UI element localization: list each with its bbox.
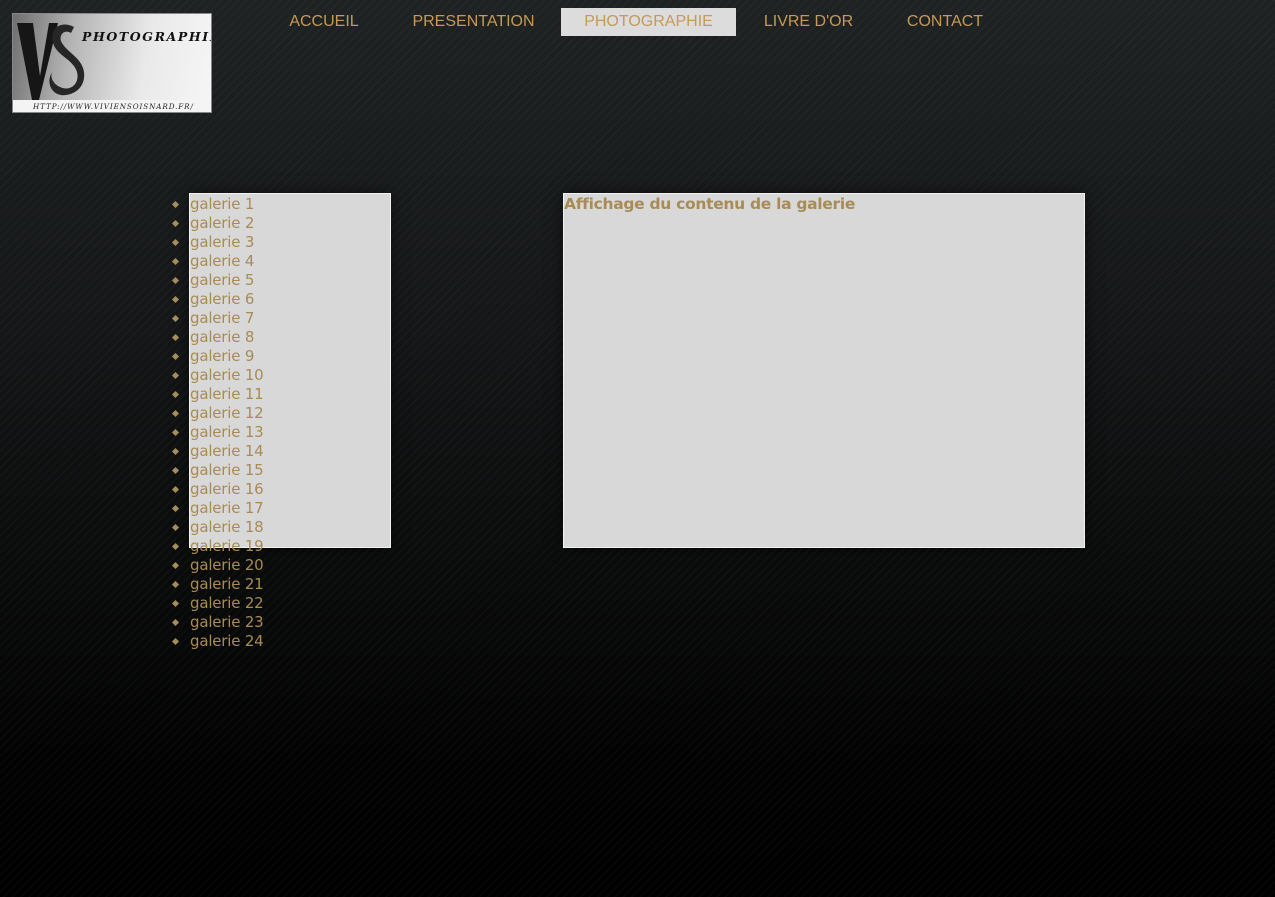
gallery-link[interactable]: galerie 24 — [190, 632, 264, 651]
gallery-item-4[interactable]: galerie 4 — [166, 252, 264, 271]
diamond-bullet-icon — [171, 390, 180, 399]
diamond-bullet-icon — [171, 485, 180, 494]
gallery-item-9[interactable]: galerie 9 — [166, 347, 264, 366]
gallery-link[interactable]: galerie 8 — [190, 328, 254, 347]
diamond-bullet-icon — [171, 637, 180, 646]
gallery-item-8[interactable]: galerie 8 — [166, 328, 264, 347]
gallery-item-14[interactable]: galerie 14 — [166, 442, 264, 461]
gallery-link[interactable]: galerie 19 — [190, 537, 264, 556]
gallery-item-13[interactable]: galerie 13 — [166, 423, 264, 442]
diamond-bullet-icon — [171, 504, 180, 513]
gallery-link[interactable]: galerie 2 — [190, 214, 254, 233]
gallery-item-7[interactable]: galerie 7 — [166, 309, 264, 328]
gallery-item-18[interactable]: galerie 18 — [166, 518, 264, 537]
diamond-bullet-icon — [171, 238, 180, 247]
gallery-content-panel: Affichage du contenu de la galerie — [563, 193, 1085, 548]
diamond-bullet-icon — [171, 352, 180, 361]
diamond-bullet-icon — [171, 257, 180, 266]
diamond-bullet-icon — [171, 314, 180, 323]
diamond-bullet-icon — [171, 409, 180, 418]
gallery-link[interactable]: galerie 1 — [190, 195, 254, 214]
logo-url: HTTP://WWW.VIVIENSOISNARD.FR/ — [33, 102, 194, 111]
diamond-bullet-icon — [171, 447, 180, 456]
diamond-bullet-icon — [171, 580, 180, 589]
diamond-bullet-icon — [171, 542, 180, 551]
gallery-link[interactable]: galerie 15 — [190, 461, 264, 480]
gallery-item-6[interactable]: galerie 6 — [166, 290, 264, 309]
gallery-item-19[interactable]: galerie 19 — [166, 537, 264, 556]
gallery-item-20[interactable]: galerie 20 — [166, 556, 264, 575]
diamond-bullet-icon — [171, 561, 180, 570]
gallery-item-23[interactable]: galerie 23 — [166, 613, 264, 632]
gallery-item-17[interactable]: galerie 17 — [166, 499, 264, 518]
gallery-item-5[interactable]: galerie 5 — [166, 271, 264, 290]
gallery-link[interactable]: galerie 7 — [190, 309, 254, 328]
diamond-bullet-icon — [171, 219, 180, 228]
gallery-content-heading: Affichage du contenu de la galerie — [564, 195, 856, 213]
diamond-bullet-icon — [171, 466, 180, 475]
gallery-item-21[interactable]: galerie 21 — [166, 575, 264, 594]
nav-presentation[interactable]: PRESENTATION — [386, 8, 561, 36]
diamond-bullet-icon — [171, 295, 180, 304]
gallery-link[interactable]: galerie 12 — [190, 404, 264, 423]
gallery-item-3[interactable]: galerie 3 — [166, 233, 264, 252]
gallery-link[interactable]: galerie 9 — [190, 347, 254, 366]
gallery-item-16[interactable]: galerie 16 — [166, 480, 264, 499]
diamond-bullet-icon — [171, 333, 180, 342]
diamond-bullet-icon — [171, 276, 180, 285]
gallery-list: galerie 1 galerie 2 galerie 3 galerie 4 … — [166, 195, 264, 651]
diamond-bullet-icon — [171, 599, 180, 608]
nav-accueil[interactable]: ACCUEIL — [262, 8, 386, 36]
gallery-link[interactable]: galerie 17 — [190, 499, 264, 518]
gallery-item-22[interactable]: galerie 22 — [166, 594, 264, 613]
gallery-item-24[interactable]: galerie 24 — [166, 632, 264, 651]
diamond-bullet-icon — [171, 523, 180, 532]
gallery-link[interactable]: galerie 16 — [190, 480, 264, 499]
logo-wordmark: PHOTOGRAPHIE — [82, 29, 212, 44]
gallery-link[interactable]: galerie 4 — [190, 252, 254, 271]
nav-contact[interactable]: CONTACT — [881, 8, 1009, 36]
diamond-bullet-icon — [171, 618, 180, 627]
gallery-link[interactable]: galerie 10 — [190, 366, 264, 385]
gallery-link[interactable]: galerie 14 — [190, 442, 264, 461]
gallery-link[interactable]: galerie 5 — [190, 271, 254, 290]
main-nav: ACCUEIL PRESENTATION PHOTOGRAPHIE LIVRE … — [262, 8, 1009, 36]
diamond-bullet-icon — [171, 371, 180, 380]
gallery-item-15[interactable]: galerie 15 — [166, 461, 264, 480]
gallery-link[interactable]: galerie 18 — [190, 518, 264, 537]
gallery-item-12[interactable]: galerie 12 — [166, 404, 264, 423]
gallery-link[interactable]: galerie 11 — [190, 385, 264, 404]
gallery-item-10[interactable]: galerie 10 — [166, 366, 264, 385]
gallery-item-1[interactable]: galerie 1 — [166, 195, 264, 214]
gallery-link[interactable]: galerie 20 — [190, 556, 264, 575]
gallery-item-11[interactable]: galerie 11 — [166, 385, 264, 404]
gallery-link[interactable]: galerie 21 — [190, 575, 264, 594]
gallery-link[interactable]: galerie 23 — [190, 613, 264, 632]
gallery-link[interactable]: galerie 13 — [190, 423, 264, 442]
gallery-link[interactable]: galerie 22 — [190, 594, 264, 613]
diamond-bullet-icon — [171, 428, 180, 437]
gallery-link[interactable]: galerie 3 — [190, 233, 254, 252]
nav-livre-dor[interactable]: LIVRE D'OR — [736, 8, 881, 36]
diamond-bullet-icon — [171, 200, 180, 209]
gallery-item-2[interactable]: galerie 2 — [166, 214, 264, 233]
site-logo[interactable]: PHOTOGRAPHIE HTTP://WWW.VIVIENSOISNARD.F… — [12, 13, 212, 113]
gallery-link[interactable]: galerie 6 — [190, 290, 254, 309]
nav-photographie[interactable]: PHOTOGRAPHIE — [561, 8, 736, 36]
